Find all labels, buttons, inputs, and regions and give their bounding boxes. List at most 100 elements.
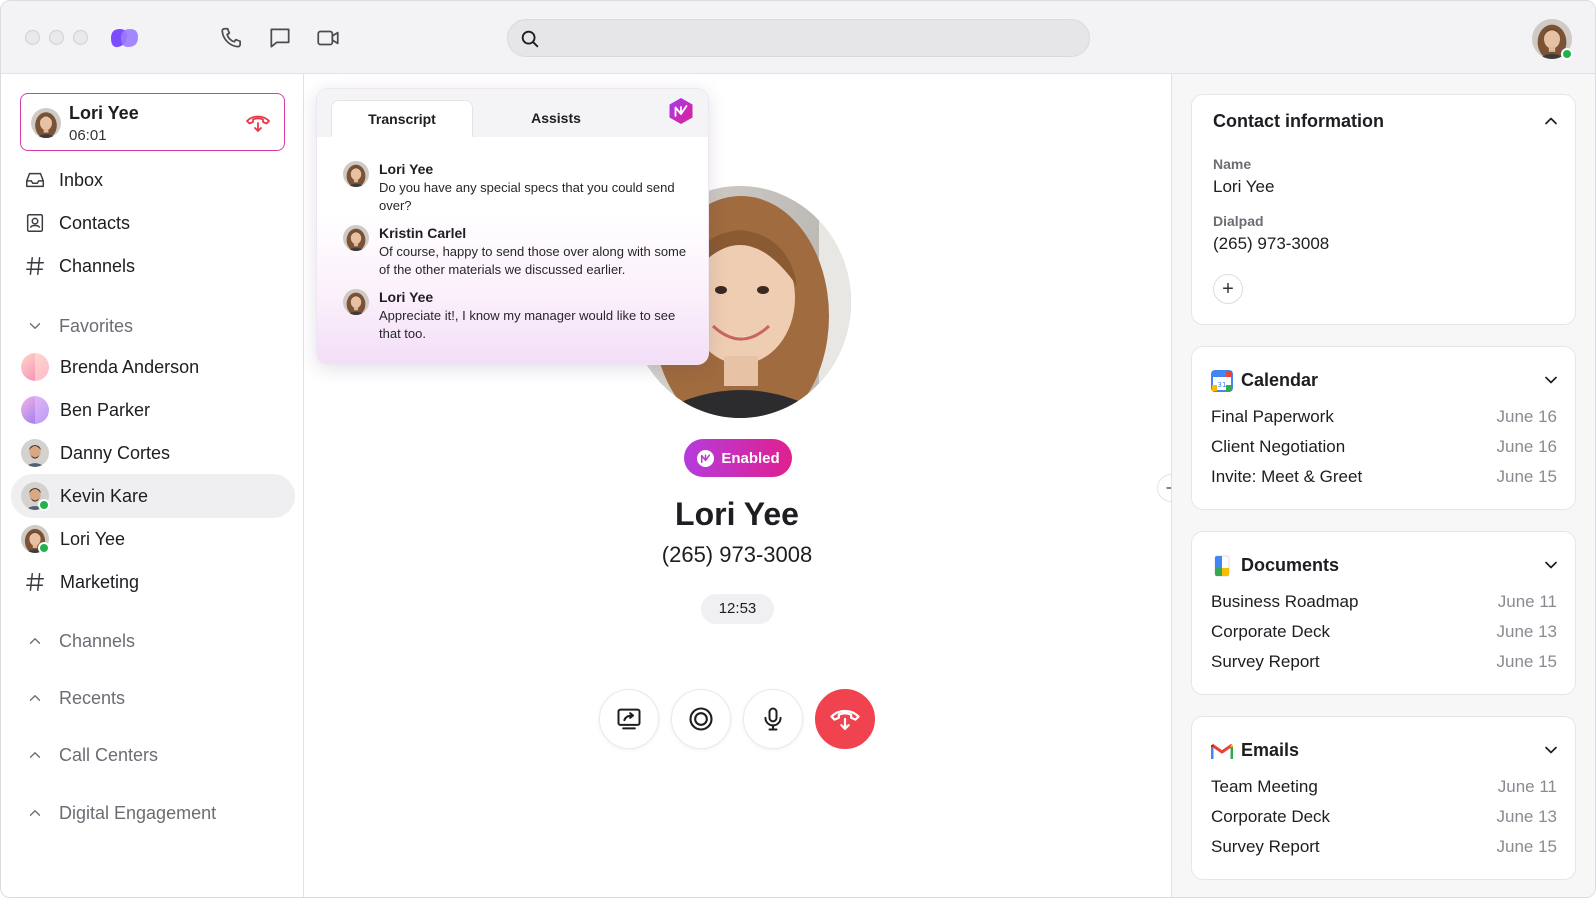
- tab-transcript[interactable]: Transcript: [331, 100, 473, 137]
- active-call-card[interactable]: Lori Yee 06:01: [20, 93, 285, 151]
- email-row[interactable]: Team Meeting June 11: [1211, 777, 1557, 803]
- favorite-brenda-anderson[interactable]: Brenda Anderson: [11, 345, 295, 389]
- nav-channels[interactable]: Channels: [21, 246, 293, 286]
- chevron-down-icon: [21, 312, 49, 340]
- favorite-label: Lori Yee: [60, 528, 126, 549]
- chevron-down-icon[interactable]: [1541, 370, 1561, 390]
- message-text: Of course, happy to send those over alon…: [379, 244, 687, 277]
- call-view: Transcript Assists Lori Yee Do you have …: [304, 74, 1171, 897]
- avatar: [21, 353, 49, 381]
- event-date: June 15: [1496, 467, 1558, 486]
- add-field-button[interactable]: +: [1213, 274, 1243, 304]
- emails-card-title: Emails: [1241, 740, 1300, 760]
- phone-icon[interactable]: [219, 25, 245, 51]
- message-text: Appreciate it!, I know my manager would …: [379, 308, 676, 341]
- document-date: June 15: [1496, 652, 1558, 671]
- favorite-kevin-kare[interactable]: Kevin Kare: [11, 474, 295, 518]
- chevron-up-icon: [21, 627, 49, 655]
- tab-assists[interactable]: Assists: [485, 100, 627, 137]
- chevron-up-icon: [21, 684, 49, 712]
- search-icon: [521, 30, 539, 48]
- chevron-down-icon[interactable]: [1541, 740, 1561, 760]
- favorite-ben-parker[interactable]: Ben Parker: [11, 388, 295, 432]
- email-row[interactable]: Corporate Deck June 13: [1211, 807, 1557, 833]
- transcript-tabs: Transcript Assists: [317, 89, 708, 137]
- event-title: Final Paperwork: [1211, 407, 1334, 426]
- contacts-icon: [21, 209, 49, 237]
- window-close-button[interactable]: [25, 30, 40, 45]
- mute-button[interactable]: [743, 689, 803, 749]
- dialpad-value[interactable]: (265) 973-3008: [1213, 234, 1329, 254]
- favorites-section-header[interactable]: Favorites: [21, 308, 293, 344]
- search-bar[interactable]: [507, 19, 1090, 57]
- favorite-label: Marketing: [60, 571, 140, 592]
- documents-card-title: Documents: [1241, 555, 1340, 575]
- google-calendar-icon: 31: [1211, 370, 1233, 392]
- email-date: June 11: [1497, 777, 1557, 796]
- document-date: June 13: [1496, 622, 1558, 641]
- title-bar: [1, 1, 1595, 74]
- chevron-up-icon: [21, 799, 49, 827]
- recents-section-header[interactable]: Recents: [21, 680, 293, 716]
- favorite-lori-yee[interactable]: Lori Yee: [11, 517, 295, 561]
- avatar: [343, 225, 369, 251]
- email-row[interactable]: Survey Report June 15: [1211, 837, 1557, 863]
- hang-up-icon[interactable]: [245, 111, 271, 135]
- favorite-danny-cortes[interactable]: Danny Cortes: [11, 431, 295, 475]
- active-call-avatar: [31, 108, 61, 138]
- end-call-button[interactable]: [815, 689, 875, 749]
- event-date: June 16: [1496, 407, 1558, 426]
- call-centers-section-header[interactable]: Call Centers: [21, 737, 293, 773]
- avatar: [21, 482, 50, 511]
- calendar-event-row[interactable]: Client Negotiation June 16: [1211, 437, 1557, 463]
- user-avatar[interactable]: [1532, 19, 1573, 60]
- video-icon[interactable]: [315, 25, 341, 51]
- favorite-marketing-channel[interactable]: Marketing: [11, 560, 295, 604]
- caller-name: Lori Yee: [675, 496, 799, 532]
- presence-indicator: [38, 542, 50, 554]
- calendar-event-row[interactable]: Invite: Meet & Greet June 15: [1211, 467, 1557, 493]
- calendar-event-row[interactable]: Final Paperwork June 16: [1211, 407, 1557, 433]
- window-minimize-button[interactable]: [49, 30, 64, 45]
- avatar: [343, 289, 369, 315]
- document-row[interactable]: Survey Report June 15: [1211, 652, 1557, 678]
- share-screen-button[interactable]: [599, 689, 659, 749]
- favorite-label: Brenda Anderson: [60, 356, 200, 377]
- record-button[interactable]: [671, 689, 731, 749]
- chevron-up-icon[interactable]: [1541, 111, 1561, 131]
- transcript-panel: Transcript Assists Lori Yee Do you have …: [316, 88, 709, 365]
- inbox-icon: [21, 166, 49, 194]
- nav-channels-label: Channels: [59, 255, 136, 276]
- window-maximize-button[interactable]: [73, 30, 88, 45]
- search-input[interactable]: [550, 20, 1080, 56]
- microphone-icon: [764, 707, 782, 731]
- message-speaker: Lori Yee: [379, 289, 434, 305]
- document-row[interactable]: Corporate Deck June 13: [1211, 622, 1557, 648]
- channels-section-header[interactable]: Channels: [21, 623, 293, 659]
- contact-card-title: Contact information: [1213, 111, 1384, 131]
- message-text: Do you have any special specs that you c…: [379, 180, 675, 213]
- name-label: Name: [1213, 156, 1252, 172]
- message-icon[interactable]: [267, 25, 293, 51]
- emails-card: Emails Team Meeting June 11 Corporate De…: [1191, 716, 1576, 880]
- digital-engagement-section-label: Digital Engagement: [59, 802, 217, 823]
- calendar-card: 31 Calendar Final Paperwork June 16 Clie…: [1191, 346, 1576, 510]
- documents-card: Documents Business Roadmap June 11 Corpo…: [1191, 531, 1576, 695]
- ai-assistant-icon[interactable]: [667, 97, 695, 125]
- nav-inbox[interactable]: Inbox: [21, 160, 293, 200]
- email-title: Survey Report: [1211, 837, 1320, 856]
- document-title: Survey Report: [1211, 652, 1320, 671]
- digital-engagement-section-header[interactable]: Digital Engagement: [21, 795, 293, 831]
- ai-enabled-badge[interactable]: Enabled: [684, 439, 792, 477]
- nav-inbox-label: Inbox: [59, 169, 104, 190]
- favorite-label: Danny Cortes: [60, 442, 171, 463]
- dialpad-logo-icon: [107, 25, 141, 51]
- nav-contacts[interactable]: Contacts: [21, 203, 293, 243]
- nav-contacts-label: Contacts: [59, 212, 131, 233]
- document-title: Business Roadmap: [1211, 592, 1359, 611]
- document-row[interactable]: Business Roadmap June 11: [1211, 592, 1557, 618]
- call-centers-section-label: Call Centers: [59, 744, 159, 765]
- email-date: June 13: [1496, 807, 1558, 826]
- chevron-up-icon: [21, 741, 49, 769]
- chevron-down-icon[interactable]: [1541, 555, 1561, 575]
